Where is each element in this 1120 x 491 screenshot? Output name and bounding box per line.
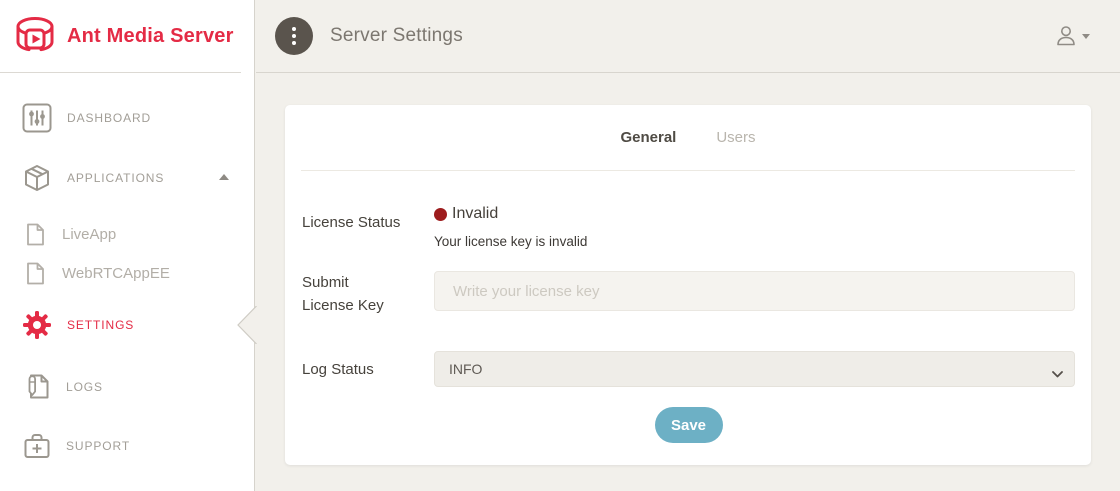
sidebar-item-settings[interactable]: SETTINGS xyxy=(22,310,134,340)
log-status-row: Log Status INFO xyxy=(302,351,1075,387)
sidebar-item-label: SETTINGS xyxy=(67,318,134,332)
sidebar-item-dashboard[interactable]: DASHBOARD xyxy=(22,103,151,133)
file-icon xyxy=(26,223,45,246)
general-settings-form: License Status Invalid Your license key … xyxy=(285,171,1091,443)
server-settings-card: General Users License Status Invalid You… xyxy=(285,105,1091,465)
document-pen-icon xyxy=(23,372,51,401)
license-key-row: Submit License Key xyxy=(302,271,1075,317)
sidebar-item-support[interactable]: SUPPORT xyxy=(23,432,130,459)
sidebar-item-applications[interactable]: APPLICATIONS xyxy=(22,163,164,193)
sidebar-item-logs[interactable]: LOGS xyxy=(23,372,103,401)
log-status-label: Log Status xyxy=(302,361,434,378)
status-invalid-dot-icon xyxy=(434,208,447,221)
chevron-down-icon xyxy=(1082,34,1090,39)
sidebar-item-liveapp[interactable]: LiveApp xyxy=(26,223,116,246)
license-status-value: Invalid xyxy=(452,205,498,223)
sidebar-item-label: SUPPORT xyxy=(66,439,130,453)
log-status-select[interactable]: INFO xyxy=(434,351,1075,387)
box-icon xyxy=(22,163,52,193)
license-key-label: Submit License Key xyxy=(302,271,434,317)
user-menu-button[interactable] xyxy=(1055,25,1090,47)
tab-general[interactable]: General xyxy=(620,129,676,146)
tab-bar: General Users xyxy=(285,105,1091,170)
save-row: Save xyxy=(302,407,1075,443)
log-status-select-wrap: INFO xyxy=(434,351,1075,387)
kebab-menu-button[interactable] xyxy=(275,17,313,55)
brand[interactable]: Ant Media Server xyxy=(0,0,241,73)
header: Server Settings xyxy=(256,0,1120,73)
sidebar-item-label: LOGS xyxy=(66,380,103,394)
gear-icon xyxy=(22,310,52,340)
sidebar-item-label: DASHBOARD xyxy=(67,111,151,125)
sidebar: Ant Media Server DASHBOARD xyxy=(0,0,255,491)
license-status-label: License Status xyxy=(302,205,434,249)
page-title: Server Settings xyxy=(330,25,463,47)
license-status-row: License Status Invalid Your license key … xyxy=(302,205,1075,249)
user-icon xyxy=(1055,25,1077,47)
sidebar-item-label: WebRTCAppEE xyxy=(62,265,170,282)
first-aid-icon xyxy=(23,432,51,459)
ant-media-logo-icon xyxy=(12,15,58,57)
sidebar-item-webrtcappee[interactable]: WebRTCAppEE xyxy=(26,262,170,285)
sidebar-item-label: APPLICATIONS xyxy=(67,171,164,185)
file-icon xyxy=(26,262,45,285)
sidebar-item-label: LiveApp xyxy=(62,226,116,243)
active-item-pointer xyxy=(235,306,257,349)
tab-users[interactable]: Users xyxy=(716,129,755,146)
license-key-input[interactable] xyxy=(434,271,1075,311)
license-status-message: Your license key is invalid xyxy=(434,234,587,249)
sliders-icon xyxy=(22,103,52,133)
license-status-value-group: Invalid Your license key is invalid xyxy=(434,205,587,249)
save-button[interactable]: Save xyxy=(655,407,723,443)
brand-name: Ant Media Server xyxy=(67,25,234,48)
collapse-caret-icon[interactable] xyxy=(219,174,229,180)
